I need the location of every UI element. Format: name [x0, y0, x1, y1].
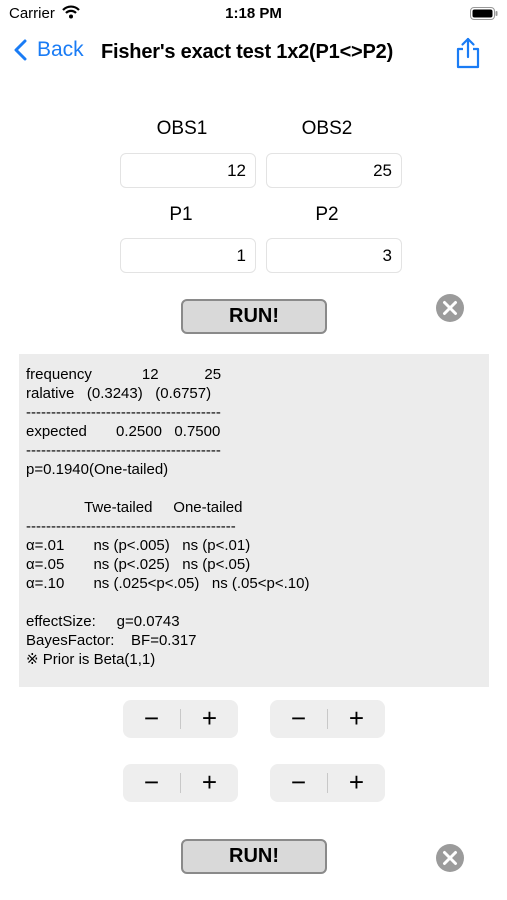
p1-label: P1: [169, 204, 193, 225]
clear-button-bottom[interactable]: [435, 843, 465, 873]
increment-button[interactable]: +: [328, 700, 385, 738]
obs2-field[interactable]: 25: [266, 153, 402, 188]
stepper-obs2: − +: [270, 700, 385, 738]
p2-label: P2: [315, 204, 339, 225]
back-label: Back: [37, 38, 84, 61]
status-bar: Carrier 1:18 PM: [0, 0, 507, 28]
clear-button-top[interactable]: [435, 293, 465, 323]
increment-button[interactable]: +: [181, 700, 238, 738]
back-button[interactable]: Back: [14, 38, 84, 62]
increment-button[interactable]: +: [181, 764, 238, 802]
obs1-field[interactable]: 12: [120, 153, 256, 188]
x-circle-icon: [436, 294, 464, 322]
share-icon: [456, 37, 480, 69]
run-button-top[interactable]: RUN!: [181, 299, 327, 334]
p2-field[interactable]: 3: [266, 238, 402, 273]
run-button-bottom[interactable]: RUN!: [181, 839, 327, 874]
decrement-button[interactable]: −: [123, 764, 180, 802]
stepper-p1: − +: [123, 764, 238, 802]
decrement-button[interactable]: −: [270, 764, 327, 802]
chevron-left-icon: [14, 39, 27, 61]
share-button[interactable]: [454, 37, 482, 74]
x-circle-icon: [436, 844, 464, 872]
navigation-bar: Back Fisher's exact test 1x2(P1<>P2): [0, 34, 507, 74]
obs2-label: OBS2: [301, 118, 353, 139]
battery-icon: [470, 7, 498, 25]
result-panel: frequency 12 25 ralative (0.3243) (0.675…: [19, 354, 489, 687]
decrement-button[interactable]: −: [270, 700, 327, 738]
increment-button[interactable]: +: [328, 764, 385, 802]
stepper-obs1: − +: [123, 700, 238, 738]
decrement-button[interactable]: −: [123, 700, 180, 738]
obs1-label: OBS1: [156, 118, 208, 139]
page-title: Fisher's exact test 1x2(P1<>P2): [101, 41, 394, 63]
result-text: frequency 12 25 ralative (0.3243) (0.675…: [26, 366, 310, 668]
stepper-p2: − +: [270, 764, 385, 802]
p1-field[interactable]: 1: [120, 238, 256, 273]
clock: 1:18 PM: [225, 5, 282, 22]
